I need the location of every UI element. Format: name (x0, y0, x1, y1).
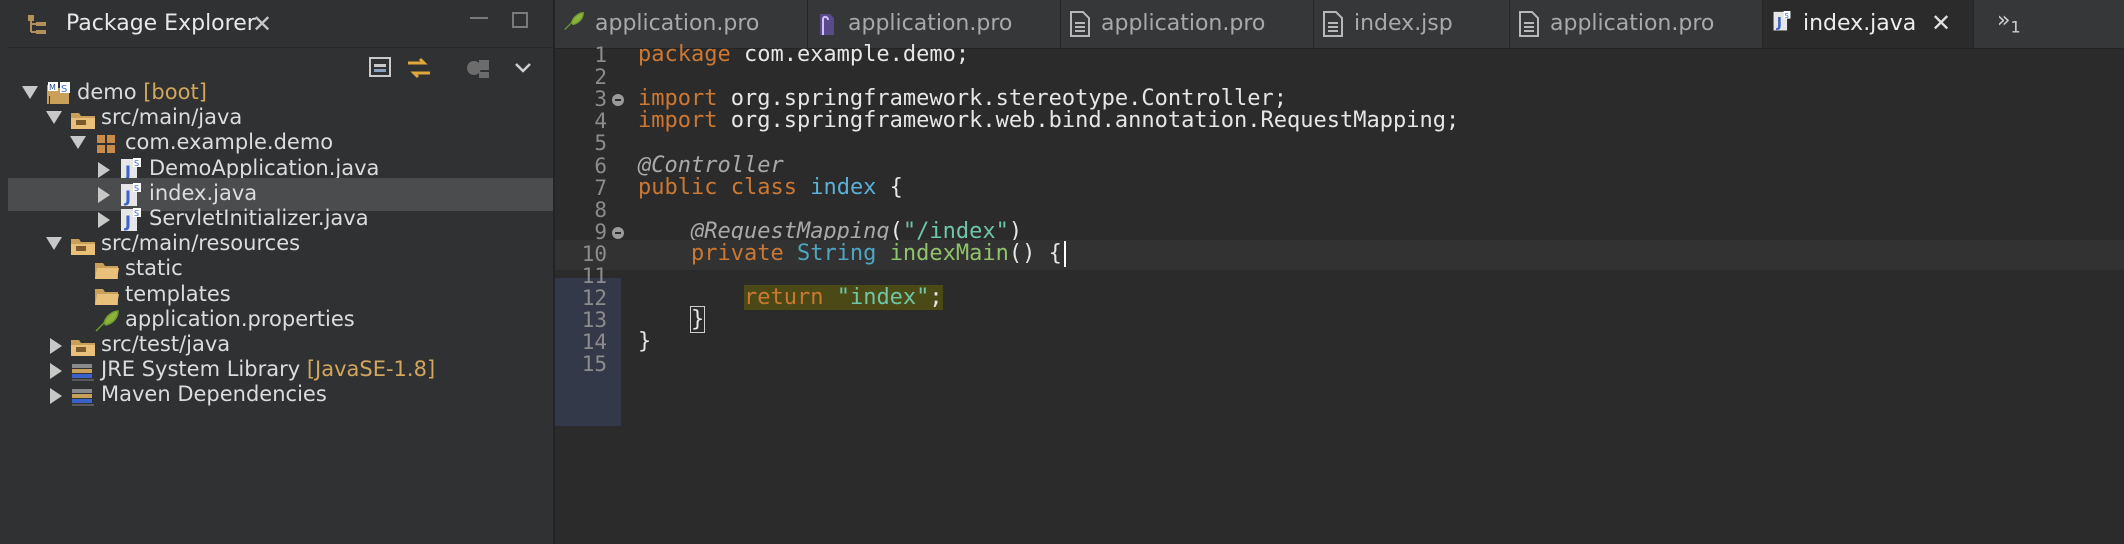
overflow-count: 1 (2010, 17, 2021, 37)
fold-collapse-icon[interactable] (612, 94, 624, 107)
svg-text:M: M (49, 83, 56, 92)
minimize-icon[interactable] (470, 17, 488, 19)
tree-item-label: src/test/java (101, 332, 231, 356)
close-view-icon[interactable]: ✕ (252, 12, 272, 36)
tree-item-label: application.properties (125, 306, 355, 331)
tree-item-decoration: [JavaSE-1.8] (300, 357, 436, 382)
tab-label: application.pro (1101, 11, 1266, 36)
tree-item-label: DemoApplication.java (149, 155, 380, 180)
tree-item-label: templates (125, 281, 231, 306)
maximize-icon[interactable] (512, 12, 528, 28)
svg-text:S: S (134, 209, 139, 218)
tree-item[interactable]: Maven Dependencies (8, 379, 553, 412)
expand-arrow-right-icon[interactable] (50, 363, 62, 380)
fold-collapse-icon[interactable] (612, 226, 624, 239)
tree-item-label: com.example.demo (125, 130, 334, 155)
svg-text:J: J (1776, 15, 1782, 31)
package-explorer-header: Package Explorer ✕ (8, 0, 553, 48)
expand-arrow-right-icon[interactable] (98, 212, 110, 228)
tab-label: index.jsp (1354, 11, 1453, 36)
tab-label: application.pro (848, 11, 1013, 36)
tree-item-decoration: [boot] (136, 80, 207, 104)
code-line[interactable]: 15 (555, 350, 2124, 380)
view-title: Package Explorer (66, 11, 256, 36)
tree-item-label: JRE System Library [JavaSE-1.8] (101, 357, 436, 382)
text-file-icon (1518, 11, 1540, 37)
tree-item-label: src/main/resources (101, 231, 301, 256)
code-editor-area[interactable]: 1 package com.example.demo; 2 3 import org.s… (555, 42, 2124, 544)
tab-overflow-button[interactable]: »1 (1997, 8, 2021, 36)
library-icon (70, 384, 96, 408)
properties-file-icon (563, 11, 585, 37)
tree-item-label: index.java (149, 180, 258, 205)
tree-item-label: Maven Dependencies (101, 382, 327, 407)
java-file-icon: JS (1771, 11, 1793, 37)
expand-arrow-down-icon[interactable] (22, 86, 38, 99)
tree-item-label: ServletInitializer.java (149, 206, 369, 230)
tree-item-label: src/main/java (101, 105, 243, 130)
text-file-icon (1069, 11, 1091, 37)
svg-text:S: S (134, 184, 139, 193)
package-explorer-icon (28, 15, 46, 34)
tree-item-label: demo [boot] (77, 80, 207, 104)
java-editor: application.pro application.pro applicatio… (555, 0, 2124, 544)
tab-label: application.pro (1550, 11, 1715, 36)
svg-text:S: S (1785, 12, 1789, 20)
svg-text:S: S (61, 84, 67, 95)
expand-arrow-down-icon[interactable] (46, 237, 62, 251)
line-number: 15 (581, 352, 607, 377)
expand-arrow-right-icon[interactable] (98, 186, 110, 203)
tab-label: index.java (1803, 11, 1917, 36)
expand-arrow-down-icon[interactable] (46, 111, 62, 125)
text-file-icon (1322, 11, 1344, 37)
svg-text:S: S (134, 159, 139, 168)
expand-arrow-right-icon[interactable] (98, 161, 110, 178)
tab-label: application.pro (595, 11, 760, 36)
expand-arrow-down-icon[interactable] (70, 136, 86, 150)
file-icon (816, 11, 838, 37)
tree-item-label: static (125, 256, 183, 281)
close-tab-icon[interactable]: ✕ (1931, 11, 1951, 35)
expand-arrow-right-icon[interactable] (50, 338, 62, 354)
package-explorer-view: Package Explorer ✕ M S Jdemo [boot] src/mai… (0, 0, 555, 544)
overflow-chevron-icon: » (1997, 8, 2011, 33)
expand-arrow-right-icon[interactable] (50, 388, 62, 405)
